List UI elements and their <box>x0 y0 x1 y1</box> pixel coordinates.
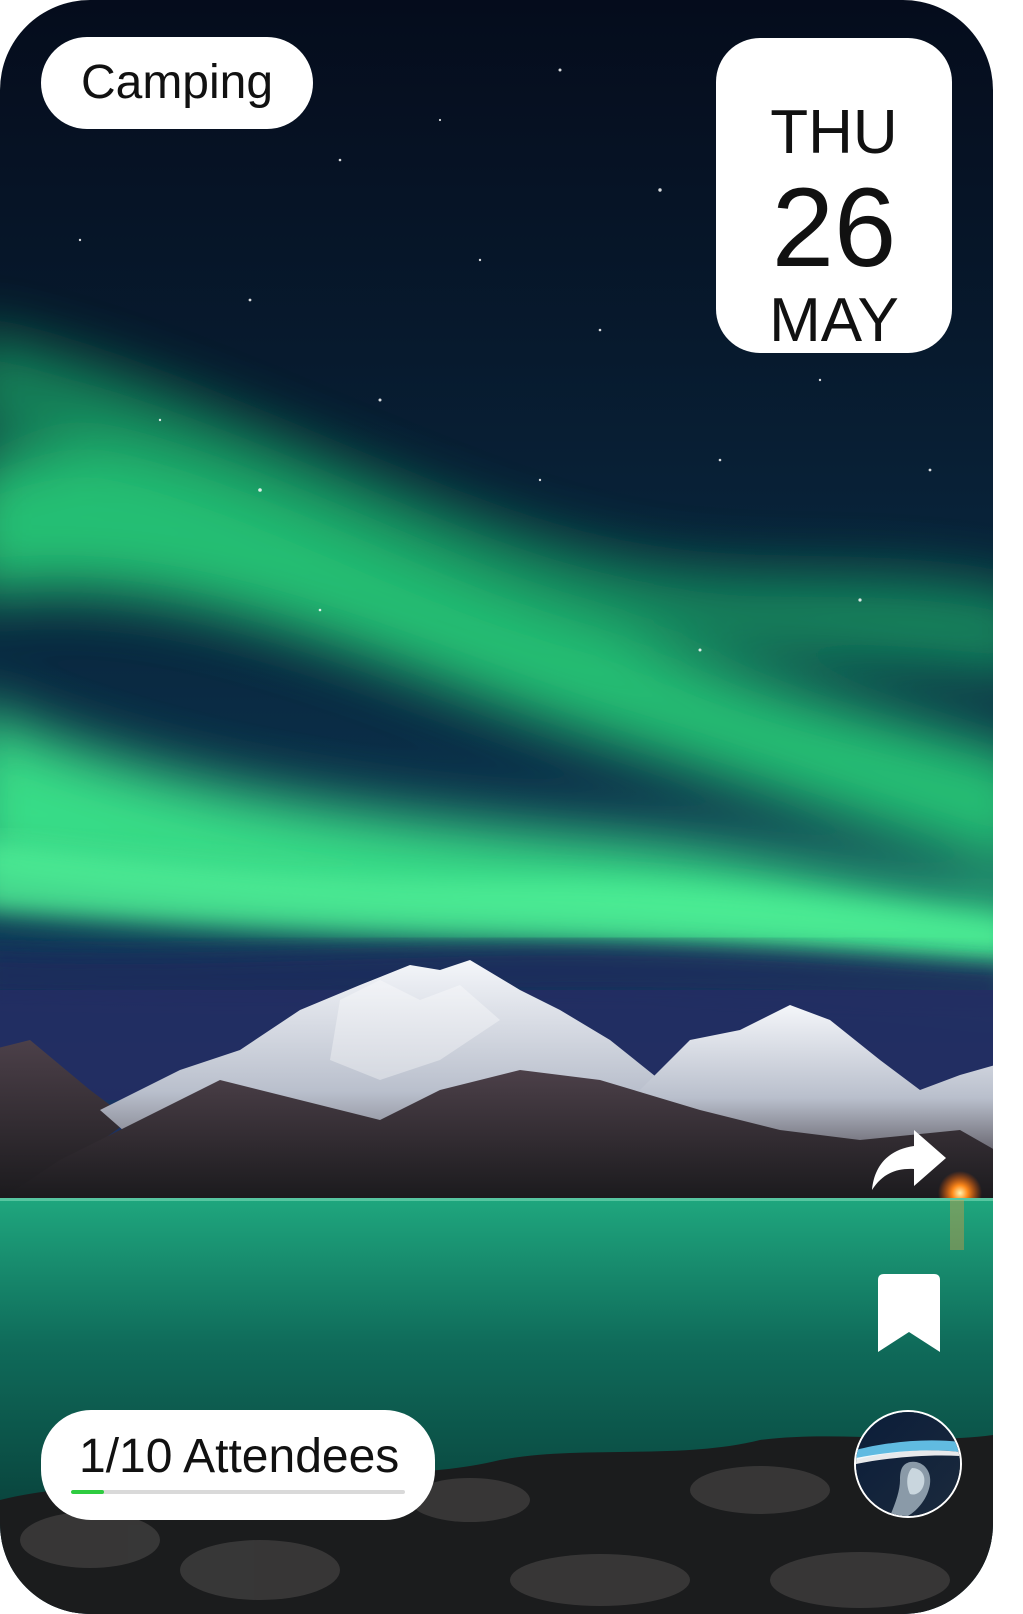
date-day: 26 <box>771 165 897 290</box>
share-button[interactable] <box>866 1124 950 1196</box>
attendees-label: 1/10 Attendees <box>79 1430 400 1483</box>
bookmark-button[interactable] <box>878 1274 940 1352</box>
host-avatar[interactable] <box>854 1410 962 1518</box>
event-date: THU 26 MAY <box>716 38 952 353</box>
avatar-photo <box>856 1412 960 1516</box>
date-month: MAY <box>769 286 899 355</box>
event-card[interactable]: Camping THU 26 MAY 1/10 Attendees <box>0 0 993 1614</box>
date-weekday: THU <box>770 98 898 167</box>
category-tag[interactable]: Camping <box>41 37 313 129</box>
attendees-progress-track <box>71 1490 405 1494</box>
share-arrow-icon <box>872 1130 946 1190</box>
bookmark-icon <box>878 1274 940 1352</box>
attendees-indicator[interactable]: 1/10 Attendees <box>41 1410 435 1520</box>
attendees-progress-fill <box>71 1490 105 1494</box>
